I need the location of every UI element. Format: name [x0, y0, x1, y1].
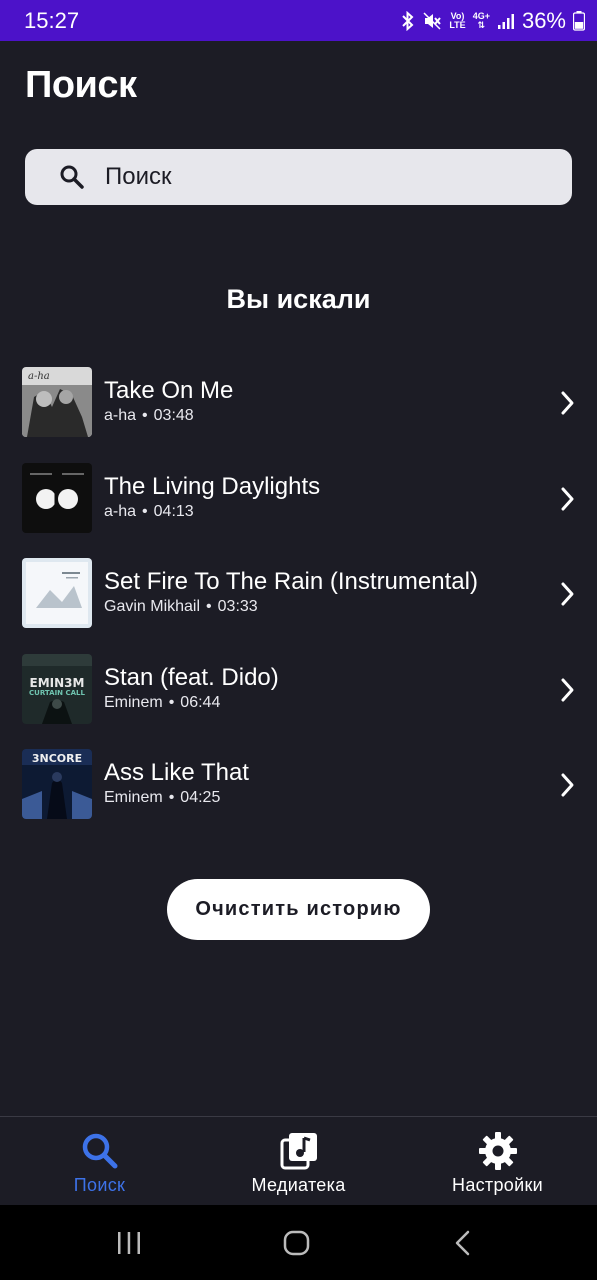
- track-artist: a-ha: [104, 407, 137, 424]
- meta-separator: •: [142, 407, 148, 424]
- battery-percent: 36%: [521, 7, 566, 33]
- status-bar: 15:27 Vo) LTE 4G+ ⇅ 36%: [0, 0, 597, 41]
- home-icon[interactable]: [283, 1229, 311, 1262]
- search-icon: [59, 164, 85, 195]
- chevron-right-icon: [558, 581, 578, 612]
- track-duration: 03:33: [217, 598, 258, 616]
- track-artist: Eminem: [104, 789, 163, 807]
- recent-apps-icon[interactable]: [116, 1229, 142, 1262]
- status-time: 15:27: [24, 7, 80, 33]
- cover-encore-text: 3NCORE: [32, 752, 82, 765]
- cover-aha-text: a-ha: [28, 371, 50, 382]
- track-duration: 04:13: [153, 502, 194, 520]
- track-meta: Eminem • 04:25: [104, 789, 220, 807]
- signal-icon: [497, 12, 515, 30]
- system-nav-bar: [0, 1205, 597, 1280]
- network-4g-indicator: 4G+ ⇅: [473, 11, 490, 30]
- chevron-right-icon: [558, 390, 578, 421]
- track-meta: a-ha • 03:48: [104, 407, 194, 425]
- track-meta: a-ha • 04:13: [104, 503, 194, 521]
- search-input[interactable]: [105, 149, 555, 205]
- music-library-icon: [279, 1131, 319, 1176]
- album-cover: [22, 558, 92, 629]
- cover-curtain-text: CURTAIN CALL: [29, 689, 85, 697]
- track-title: Take On Me: [104, 377, 234, 404]
- history-list: a-ha Take On Me a-ha • 03:48 The Living Da…: [0, 357, 597, 835]
- history-item[interactable]: The Living Daylights a-ha • 04:13: [0, 453, 597, 549]
- track-title: The Living Daylights: [104, 472, 321, 500]
- history-item[interactable]: 3NCORE Ass Like That Eminem • 04:25: [0, 739, 597, 835]
- history-item[interactable]: EMIN3M CURTAIN CALL Stan (feat. Dido) Em…: [0, 644, 597, 740]
- track-duration: 04:25: [180, 789, 221, 807]
- battery-icon: [573, 10, 585, 31]
- history-item[interactable]: a-ha Take On Me a-ha • 03:48: [0, 357, 597, 453]
- chevron-right-icon: [558, 486, 578, 517]
- nav-item-search[interactable]: Поиск: [0, 1117, 199, 1205]
- data-arrows-icon: ⇅: [477, 19, 486, 30]
- volte-bottom-label: LTE: [449, 19, 466, 30]
- history-heading: Вы искали: [226, 284, 371, 314]
- page-title: Поиск: [25, 64, 137, 106]
- meta-separator: •: [206, 598, 212, 616]
- meta-separator: •: [168, 693, 175, 711]
- chevron-right-icon: [558, 677, 578, 708]
- chevron-right-icon: [558, 772, 578, 803]
- track-duration: 06:44: [180, 693, 221, 711]
- track-artist: Eminem: [104, 693, 163, 711]
- back-icon[interactable]: [452, 1229, 474, 1262]
- track-artist: Gavin Mikhail: [104, 598, 201, 616]
- history-item[interactable]: Set Fire To The Rain (Instrumental) Gavi…: [0, 548, 597, 644]
- track-duration: 03:48: [153, 407, 194, 424]
- track-title: Set Fire To The Rain (Instrumental): [104, 568, 478, 596]
- mute-icon: [422, 11, 442, 31]
- track-meta: Eminem • 06:44: [104, 694, 220, 712]
- nav-item-library[interactable]: Медиатека: [199, 1117, 398, 1205]
- nav-item-settings[interactable]: Настройки: [398, 1117, 597, 1205]
- nav-label-library: Медиатека: [251, 1175, 346, 1195]
- search-icon: [80, 1131, 120, 1176]
- track-title: Stan (feat. Dido): [104, 663, 279, 691]
- bottom-nav: Поиск Медиатека Настройки: [0, 1116, 597, 1205]
- album-cover: a-ha: [22, 367, 92, 437]
- album-cover: EMIN3M CURTAIN CALL: [22, 653, 92, 724]
- gear-icon: [478, 1131, 518, 1176]
- clear-history-button[interactable]: Очистить историю: [167, 879, 430, 940]
- album-cover: [22, 462, 92, 533]
- track-artist: a-ha: [104, 502, 137, 520]
- nav-label-search: Поиск: [73, 1175, 126, 1195]
- nav-label-settings: Настройки: [452, 1175, 543, 1195]
- bluetooth-icon: [401, 10, 415, 31]
- cover-eminem-text: EMIN3M: [30, 676, 85, 690]
- search-field[interactable]: [25, 149, 572, 205]
- track-title: Ass Like That: [104, 759, 249, 787]
- album-cover: 3NCORE: [22, 749, 92, 820]
- meta-separator: •: [168, 789, 175, 807]
- track-meta: Gavin Mikhail • 03:33: [104, 598, 258, 616]
- status-icons: Vo) LTE 4G+ ⇅ 36%: [401, 8, 585, 34]
- volte-indicator: Vo) LTE: [449, 11, 466, 30]
- meta-separator: •: [142, 502, 148, 520]
